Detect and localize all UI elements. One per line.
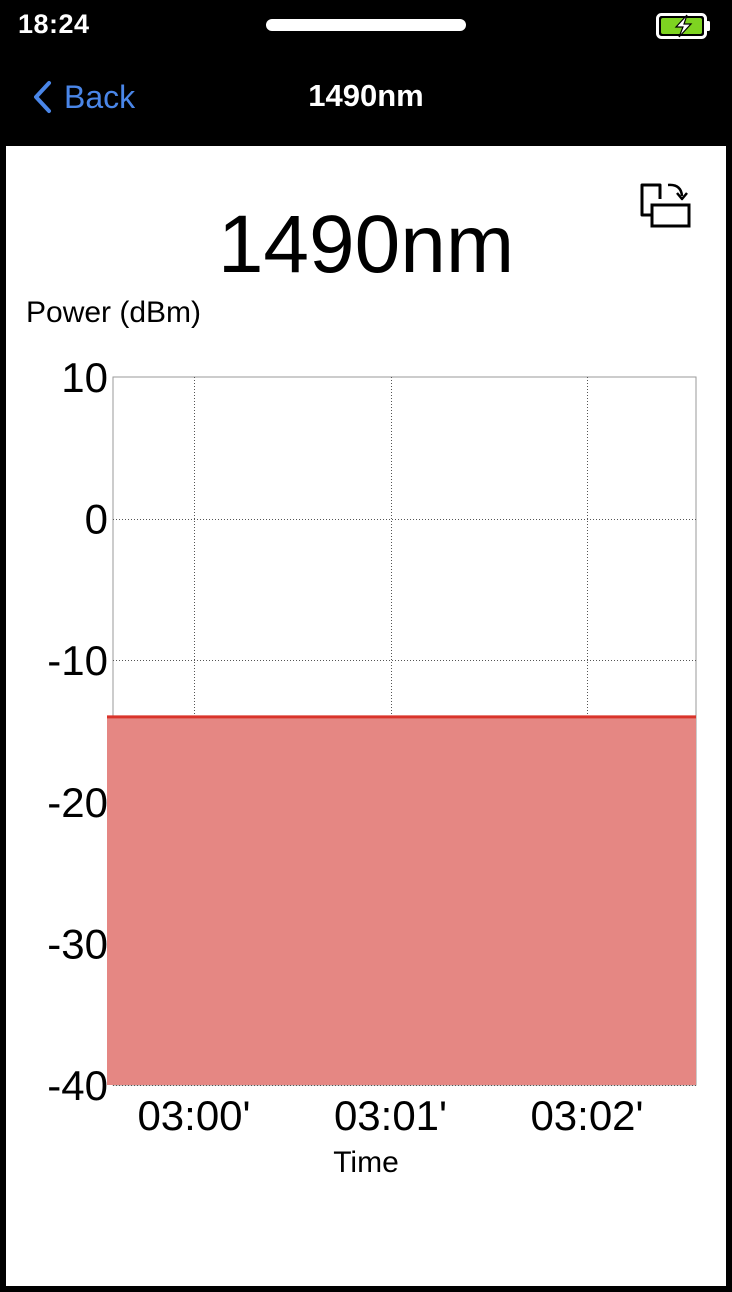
x-tick-label: 03:02' — [530, 1092, 643, 1139]
device-frame: 18:24 Back 1490nm 1490nm Power (dBm) 10 … — [0, 0, 732, 1292]
y-tick-label: -30 — [47, 920, 108, 967]
x-axis-label: Time — [333, 1146, 399, 1179]
y-tick-label: -40 — [47, 1062, 108, 1109]
x-tick-label: 03:01' — [334, 1092, 447, 1139]
power-chart: 10 0 -10 -20 -30 -40 03:00' 03:01' 03:02' — [47, 354, 697, 1139]
y-tick-label: -10 — [47, 637, 108, 684]
app-screen: 18:24 Back 1490nm 1490nm Power (dBm) 10 … — [6, 0, 726, 1286]
y-tick-label: 0 — [85, 496, 108, 543]
y-tick-label: 10 — [61, 354, 108, 401]
series-area — [107, 716, 696, 1085]
y-tick-label: -20 — [47, 779, 108, 826]
x-tick-label: 03:00' — [137, 1092, 250, 1139]
